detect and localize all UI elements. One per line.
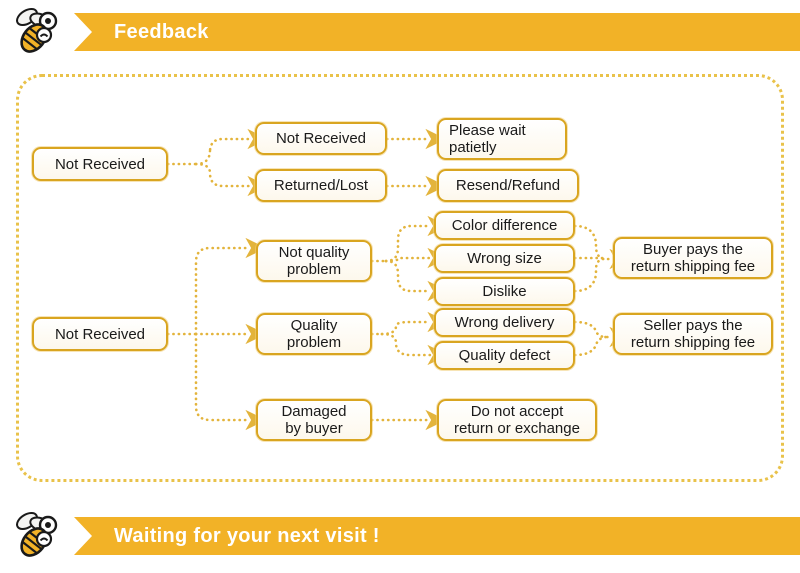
- node-quality-problem[interactable]: Quality problem: [256, 313, 372, 355]
- node-returned-lost[interactable]: Returned/Lost: [255, 169, 387, 202]
- footer-title: Waiting for your next visit !: [114, 524, 380, 547]
- node-dislike[interactable]: Dislike: [434, 277, 575, 306]
- footer-banner: Waiting for your next visit !: [74, 517, 800, 555]
- bee-icon: [16, 511, 58, 557]
- node-do-not-accept-return-or-exchange[interactable]: Do not accept return or exchange: [437, 399, 597, 441]
- node-seller-pays-return-shipping-fee[interactable]: Seller pays the return shipping fee: [613, 313, 773, 355]
- node-wrong-size[interactable]: Wrong size: [434, 244, 575, 273]
- flow-nodes-layer: Not Received Not Received Returned/Lost …: [0, 0, 800, 573]
- node-damaged-by-buyer[interactable]: Damaged by buyer: [256, 399, 372, 441]
- node-wrong-delivery[interactable]: Wrong delivery: [434, 308, 575, 337]
- node-resend-refund[interactable]: Resend/Refund: [437, 169, 579, 202]
- node-not-received[interactable]: Not Received: [255, 122, 387, 155]
- node-please-wait-patiently[interactable]: Please wait patietly: [437, 118, 567, 160]
- node-root-not-received-2[interactable]: Not Received: [32, 317, 168, 351]
- feedback-infographic: Feedback Not Received Not Received Retur…: [0, 0, 800, 573]
- node-color-difference[interactable]: Color difference: [434, 211, 575, 240]
- node-buyer-pays-return-shipping-fee[interactable]: Buyer pays the return shipping fee: [613, 237, 773, 279]
- node-quality-defect[interactable]: Quality defect: [434, 341, 575, 370]
- node-root-not-received-1[interactable]: Not Received: [32, 147, 168, 181]
- node-not-quality-problem[interactable]: Not quality problem: [256, 240, 372, 282]
